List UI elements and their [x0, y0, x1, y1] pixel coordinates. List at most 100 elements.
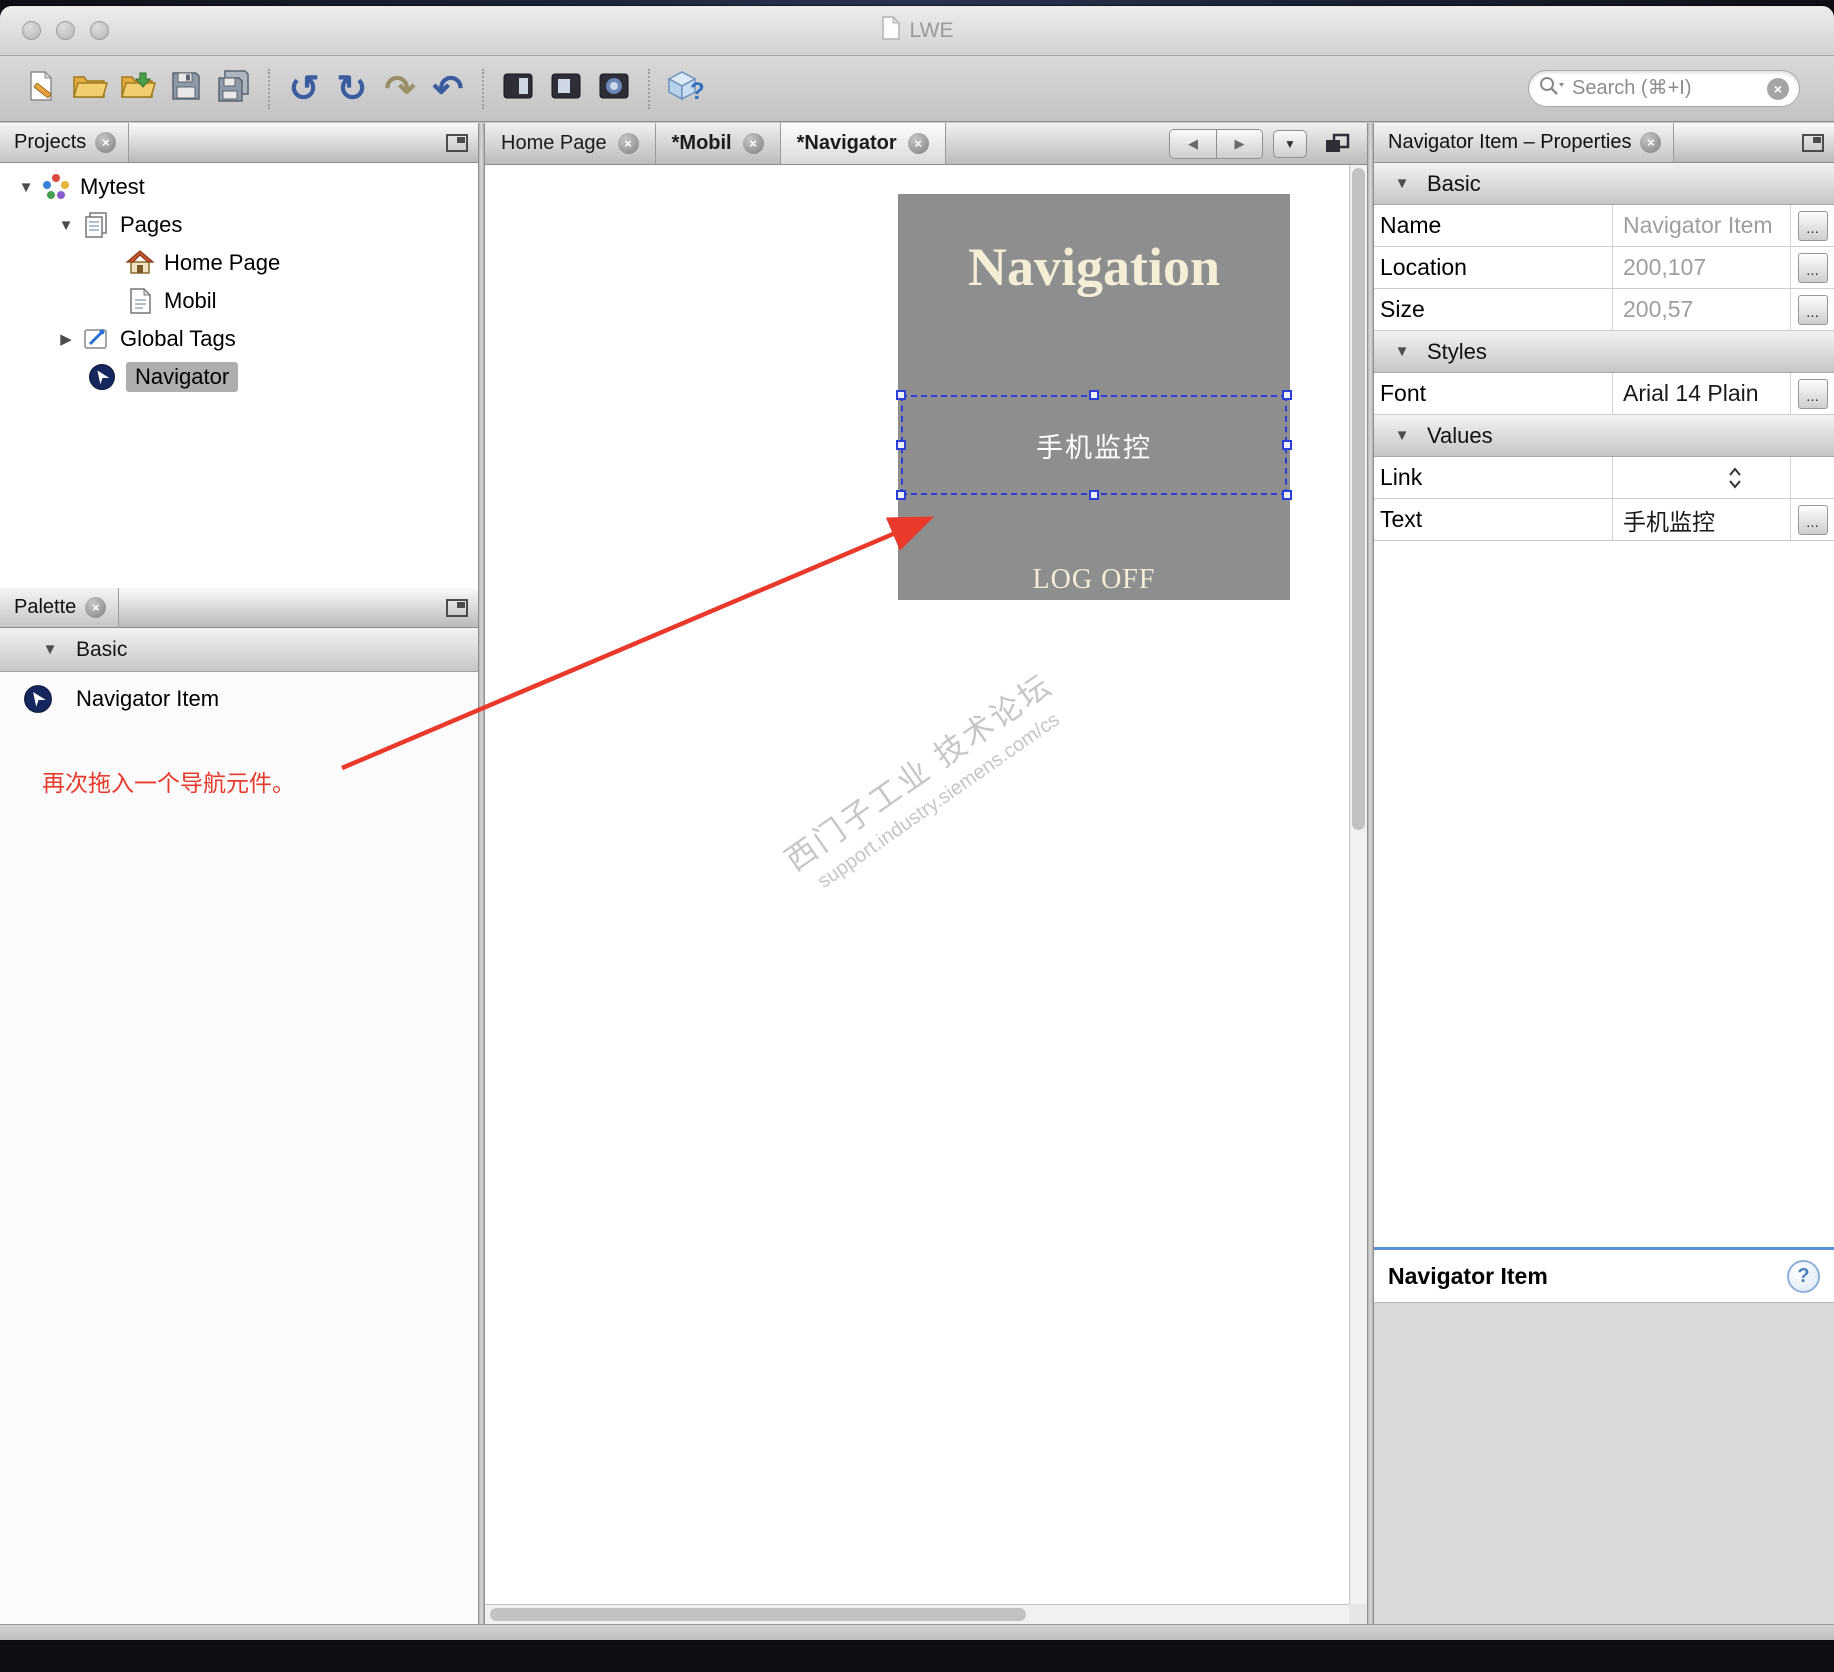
detach-panel-icon[interactable]: [446, 133, 468, 152]
tree-item-mytest[interactable]: Mytest: [0, 168, 478, 206]
selected-navigator-item[interactable]: 手机监控: [896, 390, 1292, 500]
float-editor-button[interactable]: [1317, 129, 1357, 159]
rotate-left-button[interactable]: [280, 64, 328, 114]
canvas-page[interactable]: Navigation LOG OFF 西门子工业 技术论坛 support.in…: [485, 165, 1349, 1604]
tree-item-label: Home Page: [164, 250, 281, 275]
document-icon: [881, 15, 901, 46]
resize-handle[interactable]: [1089, 390, 1099, 400]
close-projects-icon[interactable]: [95, 132, 117, 153]
close-palette-icon[interactable]: [85, 597, 107, 618]
resize-handle[interactable]: [1089, 490, 1099, 500]
more-button[interactable]: ...: [1797, 378, 1828, 409]
projects-panel-title: Projects: [14, 131, 87, 153]
tab-navigator[interactable]: *Navigator: [780, 123, 946, 164]
next-tab-button[interactable]: [1216, 129, 1262, 158]
link-value-combobox[interactable]: [1612, 457, 1790, 498]
logoff-item[interactable]: LOG OFF: [898, 564, 1290, 596]
undo-button[interactable]: [424, 64, 472, 114]
save-button[interactable]: [162, 64, 210, 114]
save-all-button[interactable]: [210, 64, 258, 114]
close-properties-icon[interactable]: [1640, 132, 1662, 153]
resize-handle[interactable]: [1282, 390, 1292, 400]
tab-list-dropdown-button[interactable]: [1273, 129, 1307, 158]
more-button[interactable]: ...: [1797, 504, 1828, 535]
detach-panel-icon[interactable]: [1802, 133, 1824, 152]
vertical-splitter[interactable]: [1367, 123, 1374, 1624]
resize-handle[interactable]: [896, 440, 906, 450]
projects-tree: Mytest Pages Home Page Mobil: [0, 163, 478, 588]
palette-panel-tab[interactable]: Palette: [0, 588, 120, 627]
more-button[interactable]: ...: [1797, 210, 1828, 241]
property-value[interactable]: Navigator Item: [1612, 205, 1790, 246]
palette-panel-title: Palette: [14, 596, 77, 618]
close-tab-icon[interactable]: [907, 133, 929, 154]
projects-panel-tab[interactable]: Projects: [0, 123, 130, 162]
project-icon: [40, 171, 72, 203]
help-question-icon[interactable]: ?: [1787, 1259, 1820, 1293]
vertical-splitter[interactable]: [478, 123, 485, 1624]
new-page-button[interactable]: [18, 64, 66, 114]
search-icon: [1539, 76, 1565, 102]
preview-device-button[interactable]: [590, 64, 638, 114]
more-button[interactable]: ...: [1797, 252, 1828, 283]
tree-item-label: Global Tags: [120, 326, 236, 351]
tree-item-navigator[interactable]: Navigator: [0, 358, 478, 396]
tab-label: *Navigator: [796, 132, 897, 154]
search-clear-icon[interactable]: [1767, 77, 1789, 100]
tree-item-mobil[interactable]: Mobil: [0, 282, 478, 320]
vertical-scrollbar[interactable]: [1349, 165, 1367, 1604]
rotate-right-button[interactable]: [328, 64, 376, 114]
palette-item-navigator-item[interactable]: Navigator Item: [0, 672, 478, 726]
property-value[interactable]: 手机监控: [1612, 499, 1790, 540]
tree-item-global-tags[interactable]: Global Tags: [0, 320, 478, 358]
chevron-down-icon: [36, 641, 64, 658]
rotate-cw-icon: [336, 70, 367, 107]
section-values[interactable]: Values: [1374, 415, 1834, 457]
scrollbar-thumb[interactable]: [1352, 168, 1365, 830]
palette-section-basic[interactable]: Basic: [0, 628, 478, 672]
help-cube-icon: ?: [663, 67, 705, 110]
open-project-button[interactable]: [66, 64, 114, 114]
detach-panel-icon[interactable]: [446, 598, 468, 617]
property-value[interactable]: Arial 14 Plain: [1612, 373, 1790, 414]
search-input[interactable]: [1572, 77, 1760, 100]
property-value[interactable]: 200,57: [1612, 289, 1790, 330]
tree-item-label: Mytest: [80, 174, 145, 199]
tree-item-home-page[interactable]: Home Page: [0, 244, 478, 282]
redo-button[interactable]: [376, 64, 424, 114]
resize-handle[interactable]: [1282, 490, 1292, 500]
property-label: Name: [1380, 212, 1442, 238]
tab-nav-buttons: [1169, 128, 1263, 159]
save-icon: [170, 70, 202, 107]
close-tab-icon[interactable]: [742, 133, 764, 154]
stepper-icon[interactable]: [1726, 465, 1744, 491]
pages-icon: [80, 209, 112, 241]
tab-home-page[interactable]: Home Page: [485, 123, 656, 164]
tab-mobil[interactable]: *Mobil: [656, 123, 781, 164]
horizontal-scrollbar[interactable]: [485, 1604, 1349, 1624]
resize-handle[interactable]: [1282, 440, 1292, 450]
canvas-area: Navigation LOG OFF 西门子工业 技术论坛 support.in…: [485, 165, 1367, 1624]
chevron-down-icon[interactable]: [52, 217, 80, 234]
chevron-right-icon[interactable]: [52, 330, 80, 348]
search-box: [1528, 70, 1800, 107]
section-styles[interactable]: Styles: [1374, 331, 1834, 373]
more-button[interactable]: ...: [1797, 294, 1828, 325]
resize-handle[interactable]: [896, 490, 906, 500]
preview-frame-button[interactable]: [542, 64, 590, 114]
preview-layout-button[interactable]: [494, 64, 542, 114]
navigator-item-icon: [22, 683, 54, 715]
close-tab-icon[interactable]: [617, 133, 639, 154]
property-value[interactable]: 200,107: [1612, 247, 1790, 288]
tree-item-pages[interactable]: Pages: [0, 206, 478, 244]
section-basic[interactable]: Basic: [1374, 163, 1834, 205]
import-project-button[interactable]: [114, 64, 162, 114]
palette-item-label: Navigator Item: [76, 686, 220, 711]
chevron-down-icon[interactable]: [12, 179, 40, 196]
scrollbar-thumb[interactable]: [490, 1608, 1026, 1621]
previous-tab-button[interactable]: [1170, 129, 1216, 158]
resize-handle[interactable]: [896, 390, 906, 400]
help-button[interactable]: ?: [660, 64, 708, 114]
properties-panel-tab[interactable]: Navigator Item – Properties: [1374, 123, 1675, 162]
layout-inner-icon: [551, 71, 581, 106]
